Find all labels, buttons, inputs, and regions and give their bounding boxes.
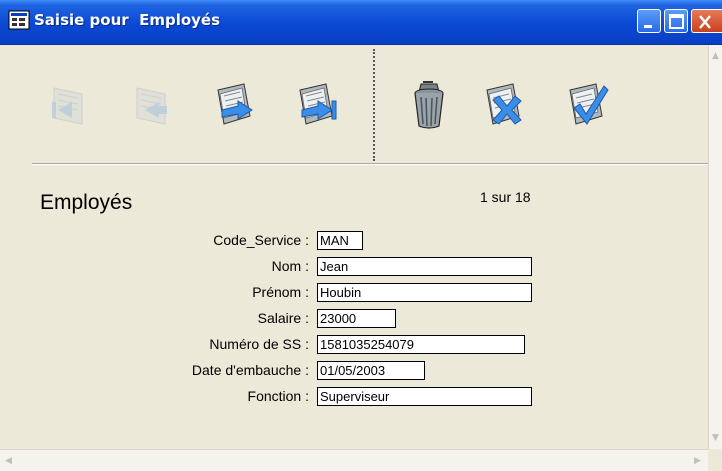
record-toolbar (0, 45, 708, 163)
code-service-label: Code_Service : (213, 232, 309, 248)
next-record-icon[interactable] (208, 80, 260, 132)
form-title: Employés (40, 191, 133, 214)
maximize-button[interactable] (664, 9, 688, 33)
date-embauche-label: Date d'embauche : (191, 362, 309, 378)
scroll-left-icon[interactable]: ◀ (5, 456, 12, 466)
close-button[interactable] (691, 9, 722, 33)
record-counter: 1 sur 18 (480, 189, 531, 205)
trash-icon[interactable] (403, 80, 455, 132)
scroll-up-icon[interactable]: ▲ (712, 51, 719, 61)
first-record-icon[interactable] (42, 80, 94, 132)
app-icon (8, 10, 30, 30)
toolbar-divider (373, 49, 375, 161)
prenom-label: Prénom : (252, 284, 309, 300)
horizontal-scrollbar[interactable]: ◀ ▶ (0, 449, 708, 471)
date-embauche-field[interactable]: 01/05/2003 (317, 361, 425, 380)
minimize-icon (644, 25, 652, 28)
nom-field[interactable]: Jean (317, 257, 532, 276)
scrollbar-corner (708, 449, 722, 471)
scroll-down-icon[interactable]: ▼ (712, 433, 719, 443)
title-bar[interactable]: Saisie pour Employés (0, 0, 722, 45)
code-service-field[interactable]: MAN (317, 231, 363, 250)
validate-icon[interactable] (560, 80, 612, 132)
numero-ss-field[interactable]: 1581035254079 (317, 335, 525, 354)
fonction-label: Fonction : (247, 388, 309, 404)
close-icon (699, 15, 711, 29)
maximize-icon (669, 14, 684, 29)
salaire-field[interactable]: 23000 (317, 309, 396, 328)
numero-ss-label: Numéro de SS : (209, 336, 309, 352)
window-title: Saisie pour Employés (34, 11, 221, 29)
toolbar-separator (32, 163, 708, 165)
last-record-icon[interactable] (290, 80, 342, 132)
fonction-field[interactable]: Superviseur (317, 387, 532, 406)
application-window: Saisie pour Employés Employés 1 sur 18 C… (0, 0, 722, 471)
scroll-right-icon[interactable]: ▶ (694, 456, 701, 466)
prenom-field[interactable]: Houbin (317, 283, 532, 302)
salaire-label: Salaire : (257, 310, 309, 326)
vertical-scrollbar[interactable]: ▲ ▼ (708, 45, 722, 449)
cancel-icon[interactable] (477, 80, 529, 132)
minimize-button[interactable] (637, 9, 661, 33)
nom-label: Nom : (271, 258, 309, 274)
previous-record-icon[interactable] (125, 80, 177, 132)
form-content: Employés 1 sur 18 Code_Service : MAN Nom… (0, 45, 708, 449)
